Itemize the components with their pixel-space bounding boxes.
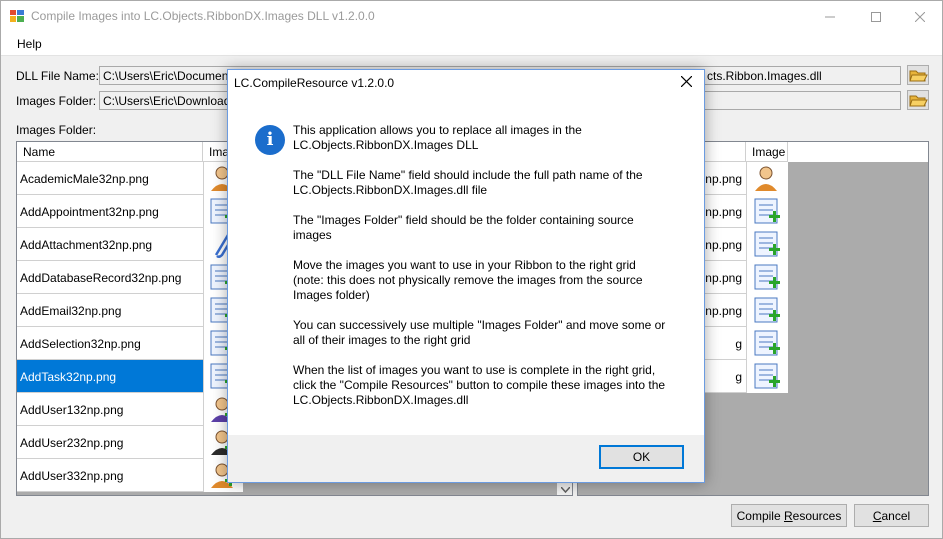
row-name: AddUser332np.png [20, 469, 124, 483]
table-row[interactable]: AddTask32np.png [17, 360, 203, 393]
row-name: AddUser232np.png [20, 436, 124, 450]
calendar-icon [754, 198, 780, 224]
cancel-button[interactable]: Cancel [854, 504, 929, 527]
row-image-cell[interactable] [746, 261, 788, 294]
task-icon [754, 330, 780, 356]
compile-label-accel: R [783, 509, 793, 523]
table-row[interactable]: AddEmail32np.png [17, 294, 203, 327]
window-title: Compile Images into LC.Objects.RibbonDX.… [31, 9, 375, 23]
minimize-button[interactable] [807, 1, 853, 32]
column-header-image-right[interactable]: Image [746, 142, 788, 162]
app-icon [10, 10, 24, 22]
dialog-paragraph-2: The "DLL File Name" field should include… [293, 168, 643, 197]
ok-button[interactable]: OK [599, 445, 684, 469]
row-image-cell[interactable] [746, 360, 788, 393]
dialog-footer: OK [228, 435, 704, 482]
dll-file-name-value: C:\Users\Eric\Documents [103, 69, 238, 83]
browse-folder-button[interactable] [907, 90, 929, 110]
table-icon [754, 264, 780, 290]
table-row[interactable]: AddUser332np.png [17, 459, 203, 492]
row-name: AddDatabaseRecord32np.png [20, 271, 182, 285]
row-image-cell[interactable] [746, 228, 788, 261]
maximize-button[interactable] [853, 1, 899, 32]
folder-icon [909, 70, 928, 82]
column-header-name[interactable]: Name [17, 142, 203, 162]
dialog-paragraph-5: You can successively use multiple "Image… [293, 318, 666, 347]
menu-help[interactable]: Help [17, 37, 42, 51]
column-header-filler-right [788, 142, 928, 162]
about-dialog: LC.CompileResource v1.2.0.0 i This appli… [227, 69, 705, 483]
row-name: AddAttachment32np.png [20, 238, 153, 252]
dll-file-name-label: DLL File Name: [16, 69, 99, 83]
browse-dll-button[interactable] [907, 65, 929, 85]
minimize-icon [825, 16, 835, 17]
table-row[interactable]: AddUser132np.png [17, 393, 203, 426]
table-row[interactable]: AcademicMale32np.png [17, 162, 203, 195]
row-name: AddAppointment32np.png [20, 205, 159, 219]
dialog-title: LC.CompileResource v1.2.0.0 [234, 76, 395, 90]
selection-icon [754, 363, 780, 389]
row-name: AddSelection32np.png [20, 337, 141, 351]
images-folder-label: Images Folder: [16, 94, 97, 108]
row-name: np.png [705, 205, 742, 219]
table-row[interactable]: AddSelection32np.png [17, 327, 203, 360]
row-name: AcademicMale32np.png [20, 172, 149, 186]
row-image-cell[interactable] [746, 327, 788, 360]
dialog-paragraph-3: The "Images Folder" field should be the … [293, 213, 634, 242]
dll-file-name-value-end: cts.Ribbon.Images.dll [707, 69, 822, 83]
row-name: AddEmail32np.png [20, 304, 122, 318]
table-row[interactable]: AddAppointment32np.png [17, 195, 203, 228]
close-icon [680, 75, 693, 88]
menu-bar: Help [1, 32, 942, 56]
row-image-cell[interactable] [746, 294, 788, 327]
images-folder-value: C:\Users\Eric\Downloads [103, 94, 237, 108]
row-name: AddUser132np.png [20, 403, 124, 417]
folder-icon [909, 95, 928, 107]
row-name: g [735, 337, 742, 351]
dialog-close-button[interactable] [680, 74, 693, 91]
main-window: Compile Images into LC.Objects.RibbonDX.… [0, 0, 943, 539]
row-image-cell[interactable] [746, 195, 788, 228]
row-name: AddTask32np.png [20, 370, 117, 384]
compile-label-pre: Compile [736, 509, 784, 523]
table-row[interactable]: AddUser232np.png [17, 426, 203, 459]
info-icon: i [255, 125, 285, 155]
table-row[interactable]: AddAttachment32np.png [17, 228, 203, 261]
cancel-label-post: ancel [881, 509, 911, 523]
user-icon [755, 166, 777, 191]
dialog-paragraph-1: This application allows you to replace a… [293, 123, 582, 152]
row-name: np.png [705, 271, 742, 285]
dialog-paragraph-6: When the list of images you want to use … [293, 363, 666, 407]
row-name: g [735, 370, 742, 384]
scroll-down-icon [561, 487, 570, 493]
table-row[interactable]: AddDatabaseRecord32np.png [17, 261, 203, 294]
dialog-paragraph-4: Move the images you want to use in your … [293, 258, 643, 302]
row-name: np.png [705, 304, 742, 318]
close-button[interactable] [897, 1, 943, 32]
maximize-icon [871, 11, 881, 22]
row-name: np.png [705, 238, 742, 252]
compile-resources-button[interactable]: Compile Resources [731, 504, 847, 527]
grid-section-label: Images Folder: [16, 123, 97, 137]
row-image-cell[interactable] [746, 162, 788, 195]
close-icon [915, 11, 925, 22]
title-bar: Compile Images into LC.Objects.RibbonDX.… [1, 1, 942, 32]
email-icon [754, 297, 780, 323]
compile-label-post: esources [792, 509, 842, 523]
email-icon [754, 231, 780, 257]
